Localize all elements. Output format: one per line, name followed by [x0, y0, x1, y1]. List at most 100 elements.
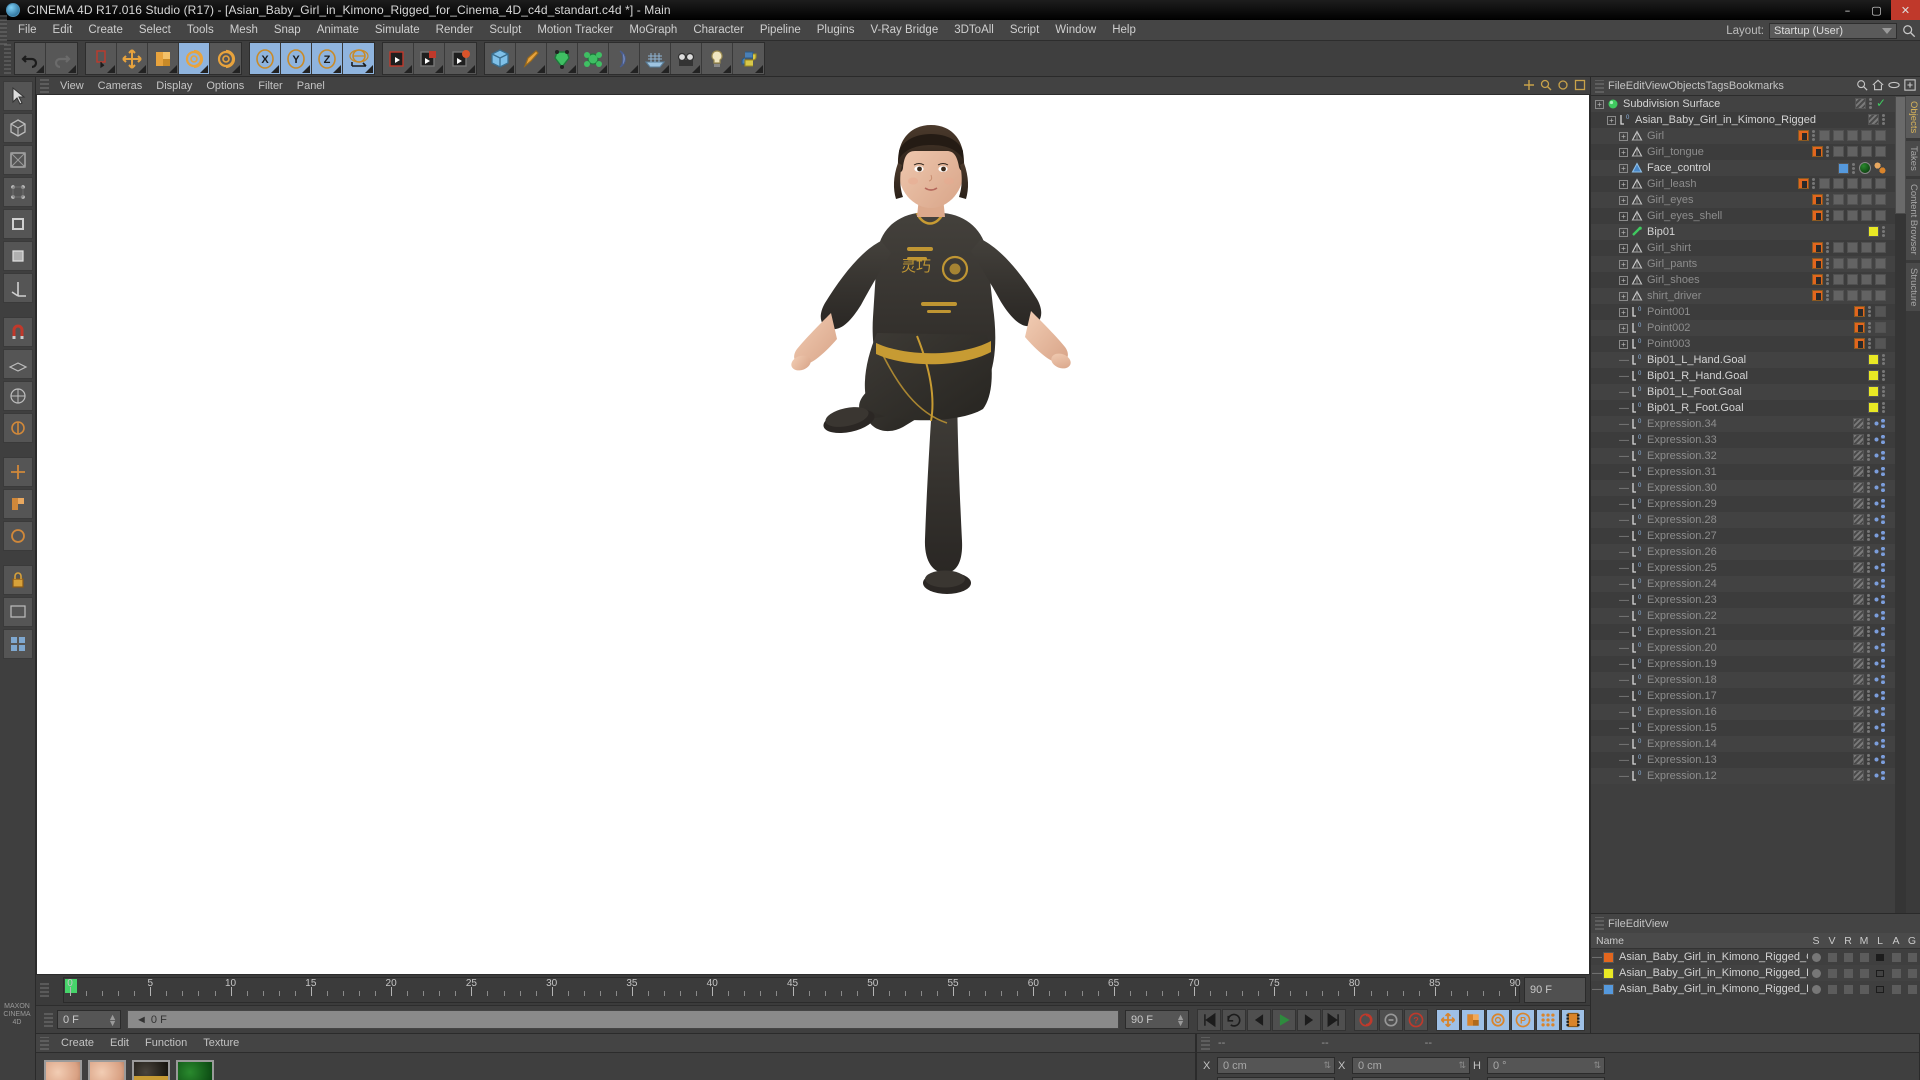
- render-view-button[interactable]: [383, 43, 414, 74]
- go-to-start-button[interactable]: [1197, 1008, 1221, 1031]
- layer-menu-view[interactable]: View: [1645, 918, 1669, 930]
- timeline-grip[interactable]: [40, 983, 49, 997]
- object-color-swatch[interactable]: [1853, 626, 1864, 637]
- object-tag-wrench[interactable]: [1875, 338, 1886, 349]
- layer-manager-toggle[interactable]: [1856, 952, 1872, 962]
- viewport-menu-options[interactable]: Options: [199, 77, 251, 95]
- object-color-swatch[interactable]: [1868, 114, 1879, 125]
- object-row[interactable]: — 0 Expression.14: [1591, 736, 1920, 752]
- layer-color-swatch[interactable]: [1603, 951, 1614, 963]
- scale-key-button[interactable]: [1461, 1008, 1485, 1031]
- object-dots-icon[interactable]: [1867, 450, 1871, 461]
- layer-render-toggle[interactable]: [1840, 984, 1856, 994]
- material-menu-function[interactable]: Function: [137, 1034, 195, 1053]
- layer-solo-toggle[interactable]: [1808, 984, 1824, 994]
- object-dots-icon[interactable]: [1882, 386, 1886, 397]
- object-tag-hatch[interactable]: [1861, 274, 1872, 285]
- spinner-icon[interactable]: ⇅: [1458, 1060, 1466, 1071]
- object-row[interactable]: — 0 Expression.19: [1591, 656, 1920, 672]
- object-tag-clock[interactable]: [1847, 210, 1858, 221]
- object-dots-icon[interactable]: [1867, 674, 1871, 685]
- object-tag-sphere[interactable]: [1875, 146, 1886, 157]
- minimize-button[interactable]: –: [1833, 0, 1862, 20]
- right-tab-content-browser[interactable]: Content Browser: [1906, 179, 1920, 260]
- right-tab-objects[interactable]: Objects: [1906, 96, 1920, 139]
- pan-icon[interactable]: [1523, 79, 1535, 91]
- add-cube-button[interactable]: [485, 43, 516, 74]
- object-row[interactable]: — 0 Expression.21: [1591, 624, 1920, 640]
- y-axis-lock-button[interactable]: Y: [281, 43, 312, 74]
- timeline-ruler[interactable]: 0 5 10 15 20 25 30 35 40 45 50 55 60 65 70 75 80 85 90: [63, 977, 1521, 1003]
- world-coordinate-button[interactable]: [343, 43, 374, 74]
- selection-mode-button[interactable]: [2, 81, 33, 111]
- menu-item-select[interactable]: Select: [131, 20, 179, 41]
- z-axis-lock-button[interactable]: Z: [312, 43, 343, 74]
- menu-item-edit[interactable]: Edit: [45, 20, 81, 41]
- object-tag-hatch[interactable]: [1861, 130, 1872, 141]
- object-dots-icon[interactable]: [1867, 770, 1871, 781]
- timeline-button[interactable]: [1561, 1008, 1585, 1031]
- object-row[interactable]: + Girl_pants: [1591, 256, 1920, 272]
- object-tag-xpresso[interactable]: [1874, 450, 1886, 461]
- material-item[interactable]: Girl_b: [44, 1060, 82, 1080]
- object-color-swatch[interactable]: [1854, 306, 1865, 317]
- object-dots-icon[interactable]: [1882, 114, 1886, 125]
- object-color-swatch[interactable]: [1838, 162, 1849, 174]
- object-dots-icon[interactable]: [1867, 562, 1871, 573]
- 3d-viewport[interactable]: 灵巧: [36, 95, 1590, 975]
- material-swatch[interactable]: [44, 1060, 82, 1080]
- expand-toggle[interactable]: +: [1619, 163, 1628, 173]
- layer-anim-toggle[interactable]: [1888, 952, 1904, 962]
- object-tag-xpresso[interactable]: [1874, 770, 1886, 781]
- object-row[interactable]: +0 Point002: [1591, 320, 1920, 336]
- viewport-menu-filter[interactable]: Filter: [251, 77, 289, 95]
- object-tag-xpresso[interactable]: [1874, 706, 1886, 717]
- object-color-swatch[interactable]: [1868, 386, 1879, 397]
- object-tag-ring[interactable]: [1847, 274, 1858, 285]
- toolbar-grip[interactable]: [4, 43, 11, 74]
- environment-button[interactable]: [640, 43, 671, 74]
- layer-anim-toggle[interactable]: [1888, 968, 1904, 978]
- menu-item-tools[interactable]: Tools: [179, 20, 222, 41]
- object-row[interactable]: + Girl_eyes: [1591, 192, 1920, 208]
- axis-mode-button[interactable]: [2, 273, 33, 303]
- object-color-swatch[interactable]: [1853, 578, 1864, 589]
- object-tag-xpresso[interactable]: [1874, 754, 1886, 765]
- param-key-button[interactable]: P: [1511, 1008, 1535, 1031]
- layer-anim-toggle[interactable]: [1888, 984, 1904, 994]
- menu-item-animate[interactable]: Animate: [309, 20, 367, 41]
- expand-toggle[interactable]: +: [1619, 131, 1628, 141]
- array-button[interactable]: [578, 43, 609, 74]
- menu-item-window[interactable]: Window: [1047, 20, 1104, 41]
- zoom-icon[interactable]: [1540, 79, 1552, 91]
- object-tag-green-sphere[interactable]: [1859, 162, 1871, 174]
- object-row[interactable]: +0 Point003: [1591, 336, 1920, 352]
- layer-lock-toggle[interactable]: [1872, 953, 1888, 961]
- object-color-swatch[interactable]: [1853, 562, 1864, 573]
- object-row[interactable]: + Girl_tongue: [1591, 144, 1920, 160]
- move-mode-button[interactable]: [2, 457, 33, 487]
- object-tag-xpresso[interactable]: [1874, 594, 1886, 605]
- object-tag-xpresso[interactable]: [1874, 626, 1886, 637]
- object-dots-icon[interactable]: [1826, 194, 1830, 205]
- expand-toggle[interactable]: +: [1595, 99, 1604, 109]
- render-region-button[interactable]: [414, 43, 445, 74]
- material-swatch[interactable]: [176, 1060, 214, 1080]
- object-row[interactable]: — 0 Expression.25: [1591, 560, 1920, 576]
- object-color-swatch[interactable]: [1853, 466, 1864, 477]
- redo-button[interactable]: [46, 43, 77, 74]
- object-dots-icon[interactable]: [1812, 130, 1816, 141]
- timeline-end-field[interactable]: 90 F: [1524, 977, 1586, 1003]
- object-dots-icon[interactable]: [1867, 722, 1871, 733]
- object-row[interactable]: +0 Asian_Baby_Girl_in_Kimono_Rigged: [1591, 112, 1920, 128]
- layer-visible-toggle[interactable]: [1824, 968, 1840, 978]
- object-color-swatch[interactable]: [1853, 706, 1864, 717]
- object-dots-icon[interactable]: [1868, 98, 1873, 109]
- scrollbar-thumb[interactable]: [1895, 96, 1906, 214]
- maximize-viewport-icon[interactable]: [1574, 79, 1586, 91]
- object-row[interactable]: — 0 Expression.20: [1591, 640, 1920, 656]
- expand-toggle[interactable]: +: [1619, 243, 1628, 253]
- object-color-swatch[interactable]: [1853, 514, 1864, 525]
- object-dots-icon[interactable]: [1826, 274, 1830, 285]
- object-color-swatch[interactable]: [1853, 610, 1864, 621]
